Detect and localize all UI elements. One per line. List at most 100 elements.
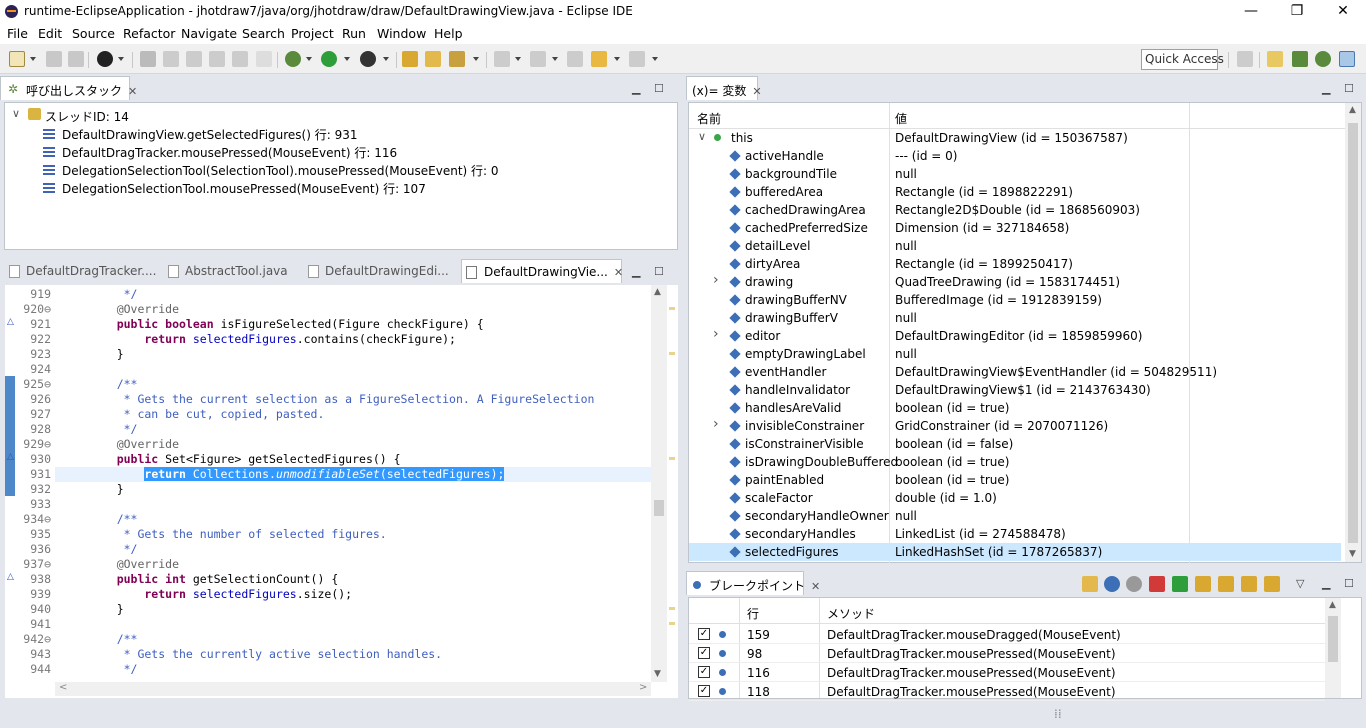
new-dropdown-icon[interactable] (30, 57, 36, 61)
tab-variables[interactable]: (x)= 変数 ✕ (686, 76, 762, 100)
tab-default-drawing-editor[interactable]: DefaultDrawingEdi... (305, 259, 455, 283)
maximize-view-icon[interactable]: ☐ (1344, 577, 1354, 590)
view-menu-icon[interactable]: ▽ (1296, 577, 1304, 590)
scroll-left-icon[interactable]: < (59, 682, 67, 693)
drop-frame-icon[interactable] (186, 51, 202, 67)
resume-icon[interactable] (1172, 576, 1188, 592)
thread-node[interactable]: ∨ スレッドID: 14 (5, 106, 665, 124)
breakpoints-scrollbar[interactable]: ▲ (1325, 598, 1341, 698)
quick-access-input[interactable]: Quick Access (1141, 49, 1224, 70)
variable-row[interactable]: secondaryHandles LinkedList (id = 2745884… (689, 525, 1341, 543)
debug-icon[interactable] (285, 51, 301, 67)
minimize-button[interactable]: — (1228, 0, 1274, 24)
minimize-editor-icon[interactable]: ▁ (632, 265, 640, 278)
variable-row[interactable]: drawingBufferV null (689, 309, 1341, 327)
save-all-icon[interactable] (68, 51, 84, 67)
variable-row[interactable]: handleInvalidator DefaultDrawingView$1 (i… (689, 381, 1341, 399)
variable-row[interactable]: › invisibleConstrainer GridConstrainer (id… (689, 416, 1341, 435)
close-icon[interactable]: ✕ (614, 266, 623, 279)
close-window-button[interactable]: ✕ (1320, 0, 1366, 24)
variable-row[interactable]: bufferedArea Rectangle (id = 1898822291) (689, 183, 1341, 201)
editor-vertical-scrollbar[interactable]: ▲ ▼ (651, 285, 667, 682)
show-whitespace-icon[interactable] (232, 51, 248, 67)
stack-frame[interactable]: DelegationSelectionTool(SelectionTool).m… (5, 160, 665, 178)
prev-annotation-dropdown-icon[interactable] (552, 57, 558, 61)
variable-row[interactable]: cachedDrawingArea Rectangle2D$Double (id … (689, 201, 1341, 219)
debug-perspective-icon[interactable] (1315, 51, 1331, 67)
close-icon[interactable]: ✕ (752, 85, 761, 98)
breakpoint-row[interactable]: ✓ 159 DefaultDragTracker.mouseDragged(Mous… (689, 625, 1325, 644)
external-tools-dropdown-icon[interactable] (383, 57, 389, 61)
variable-row-this[interactable]: ∨ this DefaultDrawingView (id = 15036758… (689, 129, 1341, 147)
step-over-icon[interactable] (1218, 576, 1234, 592)
run-icon[interactable] (321, 51, 337, 67)
variable-row[interactable]: cachedPreferredSize Dimension (id = 32718… (689, 219, 1341, 237)
breakpoint-enabled-checkbox[interactable]: ✓ (698, 647, 710, 659)
code-editor[interactable]: 919 */ 920⊖ @Override 921 △ public boolean … (5, 285, 678, 698)
skip-all-icon[interactable] (1126, 576, 1142, 592)
minimize-view-icon[interactable]: ▁ (1322, 82, 1330, 95)
variable-row[interactable]: dirtyArea Rectangle (id = 1899250417) (689, 255, 1341, 273)
column-header-value[interactable]: 値 (895, 110, 907, 127)
back-dropdown-icon[interactable] (614, 57, 620, 61)
external-tools-icon[interactable] (360, 51, 376, 67)
open-breakpoint-icon[interactable] (1082, 576, 1098, 592)
variable-row[interactable]: handlesAreValid boolean (id = true) (689, 399, 1341, 417)
column-header-method[interactable]: メソッド (827, 605, 875, 622)
variable-row[interactable]: selectedFigures LinkedHashSet (id = 17872… (689, 543, 1341, 561)
variable-row[interactable]: activeHandle --- (id = 0) (689, 147, 1341, 165)
pilcrow-icon[interactable] (256, 51, 272, 67)
menu-project[interactable]: Project (291, 26, 334, 41)
java-perspective-icon[interactable] (1292, 51, 1308, 67)
menu-search[interactable]: Search (242, 26, 285, 41)
minimize-view-icon[interactable]: ▁ (632, 82, 640, 95)
profile-icon[interactable] (97, 51, 113, 67)
open-task-icon[interactable] (425, 51, 441, 67)
variables-scroll-thumb[interactable] (1348, 123, 1358, 543)
breakpoint-row[interactable]: ✓ 98 DefaultDragTracker.mousePressed(Mouse… (689, 644, 1325, 663)
editor-horizontal-scrollbar[interactable]: < > (55, 682, 651, 696)
use-step-filters-icon[interactable] (209, 51, 225, 67)
chevron-down-icon[interactable]: ∨ (698, 130, 706, 143)
chevron-right-icon[interactable]: › (713, 326, 719, 342)
breakpoint-row[interactable]: ✓ 116 DefaultDragTracker.mousePressed(Mous… (689, 663, 1325, 682)
stack-frame[interactable]: DelegationSelectionTool.mousePressed(Mou… (5, 178, 665, 196)
tab-abstract-tool[interactable]: AbstractTool.java (165, 259, 295, 283)
variable-row[interactable]: isDrawingDoubleBuffered boolean (id = tru… (689, 453, 1341, 471)
link-icon[interactable] (1104, 576, 1120, 592)
skip-breakpoints-icon[interactable] (140, 51, 156, 67)
scroll-up-icon[interactable]: ▲ (1349, 105, 1356, 115)
step-into-icon[interactable] (1195, 576, 1211, 592)
column-header-name[interactable]: 名前 (697, 110, 721, 127)
variable-row[interactable]: drawingBufferNV BufferedImage (id = 19128… (689, 291, 1341, 309)
scroll-down-icon[interactable]: ▼ (1349, 549, 1356, 559)
resume-disabled-icon[interactable] (163, 51, 179, 67)
forward-icon[interactable] (629, 51, 645, 67)
menu-help[interactable]: Help (434, 26, 463, 41)
search-dropdown-icon[interactable] (473, 57, 479, 61)
variable-row[interactable]: emptyDrawingLabel null (689, 345, 1341, 363)
maximize-view-icon[interactable]: ☐ (1344, 82, 1354, 95)
variable-row[interactable]: › editor DefaultDrawingEditor (id = 185985… (689, 326, 1341, 345)
open-type-icon[interactable] (402, 51, 418, 67)
last-edit-location-icon[interactable] (567, 51, 583, 67)
maximize-view-icon[interactable]: ☐ (654, 82, 664, 95)
run-dropdown-icon[interactable] (344, 57, 350, 61)
search-tool-icon[interactable] (449, 51, 465, 67)
profile-dropdown-icon[interactable] (118, 57, 124, 61)
tab-default-drag-tracker[interactable]: DefaultDragTracker.... (6, 259, 156, 283)
step-return-icon[interactable] (1241, 576, 1257, 592)
close-icon[interactable]: ✕ (128, 85, 137, 98)
back-icon[interactable] (591, 51, 607, 67)
java-ee-perspective-icon[interactable] (1267, 51, 1283, 67)
forward-dropdown-icon[interactable] (652, 57, 658, 61)
restore-button[interactable]: ❐ (1274, 0, 1320, 24)
menu-window[interactable]: Window (377, 26, 426, 41)
chevron-right-icon[interactable]: › (713, 416, 719, 432)
resource-perspective-icon[interactable] (1339, 51, 1355, 67)
variable-row[interactable]: isConstrainerVisible boolean (id = false) (689, 435, 1341, 453)
menu-edit[interactable]: Edit (38, 26, 62, 41)
save-icon[interactable] (46, 51, 62, 67)
next-annotation-icon[interactable] (494, 51, 510, 67)
terminate-icon[interactable] (1149, 576, 1165, 592)
